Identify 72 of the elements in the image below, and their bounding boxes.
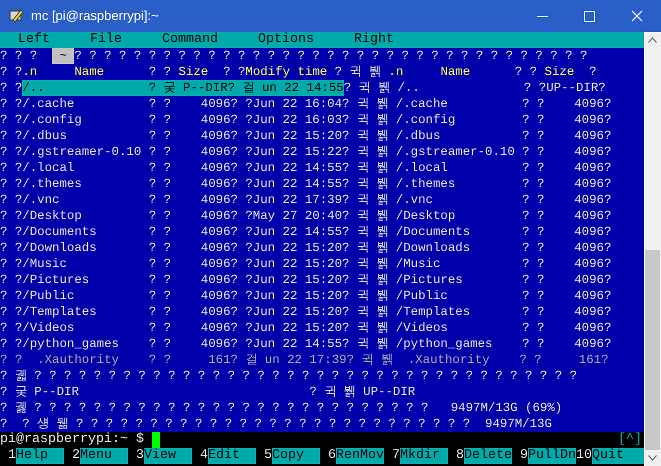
terminal-text: ? ?/Templates ? ? 4096? ?Jun 22 15:20? 귁 뷁 /Templates ? ? 4096? [0, 304, 612, 320]
key-number: 9 [519, 448, 528, 464]
terminal-text: ? ? ? ? ? ? ? ? ? ? ? ? ? ? ? ? ? ? ? ? ? ? ? ? ? ? ? ? ? ? ? ? ? ? ? [74, 48, 588, 64]
menu-item[interactable]: Command [162, 32, 218, 48]
key-number: 8 [455, 448, 464, 464]
menu-item[interactable]: Options [258, 32, 314, 48]
terminal-text: ? 궯 ? ? ? ? ? ? ? ? ? ? ? ? ? ? ? ? ? ? ? ? ? ? ? ? ? ? ? ? ? ? ? ? ? ? ? ? ? [0, 368, 578, 384]
key-number: 2 [71, 448, 80, 464]
function-key-button[interactable]: Edit [208, 448, 256, 464]
terminal-text: ? ?/Music ? ? 4096? ?Jun 22 15:20? 귁 뷁 /Music ? ? 4096? [0, 256, 612, 272]
function-key-button[interactable]: Quit [592, 448, 644, 464]
key-number: 5 [263, 448, 272, 464]
key-number: 6 [327, 448, 336, 464]
terminal-text: ? ?/.local ? ? 4096? ?Jun 22 14:55? 귁 뷁 /.local ? ? 4096? [0, 160, 612, 176]
terminal-text: ? 궳 ? ? ? ? ? ? ? ? ? ? ? ? ? ? ? ? ? ? ? ? ? ? ? ? ? ? ? 9497M/13G (69%) [0, 400, 562, 416]
terminal-text: ? ?/.gstreamer-0.10 ? ? 4096? ?Jun 22 15:22? 귁 뷁 /.gstreamer-0.10 ? ? 4096? [0, 144, 612, 160]
terminal-text: ? 귁 뷁 [334, 64, 382, 80]
menu-item[interactable]: Left [18, 32, 50, 48]
file-entry: ? ? .Xauthority ? ? 161? 걸 un 22 17:39? 귁 뷁 .Xauthority ? ? 161? [0, 352, 609, 368]
scrollbar-thumb[interactable] [645, 250, 660, 450]
menu-item[interactable]: File [90, 32, 122, 48]
function-key-button[interactable]: Help [16, 448, 64, 464]
terminal-text: ? ? [0, 80, 22, 96]
path-tab[interactable]: ~ [52, 48, 74, 64]
terminal-text: ? [588, 64, 597, 80]
terminal-text: ? 궂 P--DIR ? 귁 뷁 UP--DIR [0, 384, 416, 400]
key-number: 3 [135, 448, 144, 464]
terminal-text: ? ? ? [0, 48, 38, 64]
column-header: Modify time [245, 64, 328, 80]
function-key-button[interactable]: Menu [80, 448, 128, 464]
function-key-button[interactable]: Delete [464, 448, 512, 464]
column-header: Size [178, 64, 208, 80]
terminal-text: ? ?/Public ? ? 4096? ?Jun 22 15:20? 귁 뷁 /Public ? ? 4096? [0, 288, 612, 304]
terminal-text: ? ?/.dbus ? ? 4096? ?Jun 22 15:20? 귁 뷁 /.dbus ? ? 4096? [0, 128, 612, 144]
function-key-button[interactable]: PullDn [528, 448, 576, 464]
column-header: Size [544, 64, 574, 80]
function-key-button[interactable]: RenMov [336, 448, 384, 464]
window-title: mc [pi@raspberrypi]:~ [31, 7, 159, 26]
terminal-text: ? ? 섕 뒒 ? ? ? ? ? ? ? ? ? ? ? ? ? ? ? ? ? ? ? ? ? ? ? ? ? ? ? 9497M/13G [0, 416, 552, 432]
maximize-icon[interactable] [584, 10, 595, 22]
menu-item[interactable]: Right [354, 32, 394, 48]
key-number: 7 [391, 448, 400, 464]
key-number: 10 [576, 448, 592, 464]
text-cursor [152, 432, 160, 448]
terminal-text: ? ?/Videos ? ? 4096? ?Jun 22 15:20? 귁 뷁 /Videos ? ? 4096? [0, 320, 612, 336]
key-number: 1 [7, 448, 16, 464]
terminal-text: ? ? [148, 64, 172, 80]
terminal-text: ? ?/Desktop ? ? 4096? ?May 27 20:40? 귁 뷁 /Desktop ? ? 4096? [0, 208, 612, 224]
function-key-button[interactable]: Mkdir [400, 448, 448, 464]
terminal-text: ? ?/Documents ? ? 4096? ?Jun 22 14:55? 귁 뷁 /Documents ? ? 4096? [0, 224, 612, 240]
scrollbar[interactable] [644, 32, 661, 466]
function-key-button[interactable]: Copy [272, 448, 320, 464]
function-key-button[interactable]: View [144, 448, 192, 464]
terminal-text: ? ?/.vnc ? ? 4096? ?Jun 22 17:39? 귁 뷁 /.vnc ? ? 4096? [0, 192, 612, 208]
column-header: .n Name [22, 64, 106, 80]
terminal-text: ? ?/.config ? ? 4096? ?Jun 22 16:03? 귁 뷁 /.config ? ? 4096? [0, 112, 612, 128]
terminal-text: ? ?/.themes ? ? 4096? ?Jun 22 14:55? 귁 뷁 /.themes ? ? 4096? [0, 176, 612, 192]
column-header: .n Name [388, 64, 470, 80]
scroll-indicator: [^] [618, 432, 643, 448]
key-number: 4 [199, 448, 208, 464]
terminal-text: ? ?/python_games ? ? 4096? ?Jun 22 14:55? 귁 뷁 /python_games ? ? 4096? [0, 336, 612, 352]
terminal-app-icon [9, 8, 25, 24]
terminal-text: ? ?/Pictures ? ? 4096? ?Jun 22 15:20? 귁 뷁 /Pictures ? ? 4096? [0, 272, 612, 288]
terminal-text: ? ? [514, 64, 538, 80]
terminal-text: ? 귁 뷁 /.. ? ?UP--DIR? [344, 80, 606, 96]
selected-entry[interactable]: /.. ? 궂 P--DIR? 걸 un 22 14:55 [22, 80, 344, 96]
terminal-text: ? ?/.cache ? ? 4096? ?Jun 22 16:04? 귁 뷁 /.cache ? ? 4096? [0, 96, 612, 112]
close-icon[interactable] [631, 10, 643, 22]
terminal-text: ? ? [0, 64, 22, 80]
shell-prompt: pi@raspberrypi:~ $ [0, 432, 145, 448]
terminal-text: ? ?/Downloads ? ? 4096? ?Jun 22 15:20? 귁 뷁 /Downloads ? ? 4096? [0, 240, 612, 256]
terminal-text: ? ? [222, 64, 246, 80]
